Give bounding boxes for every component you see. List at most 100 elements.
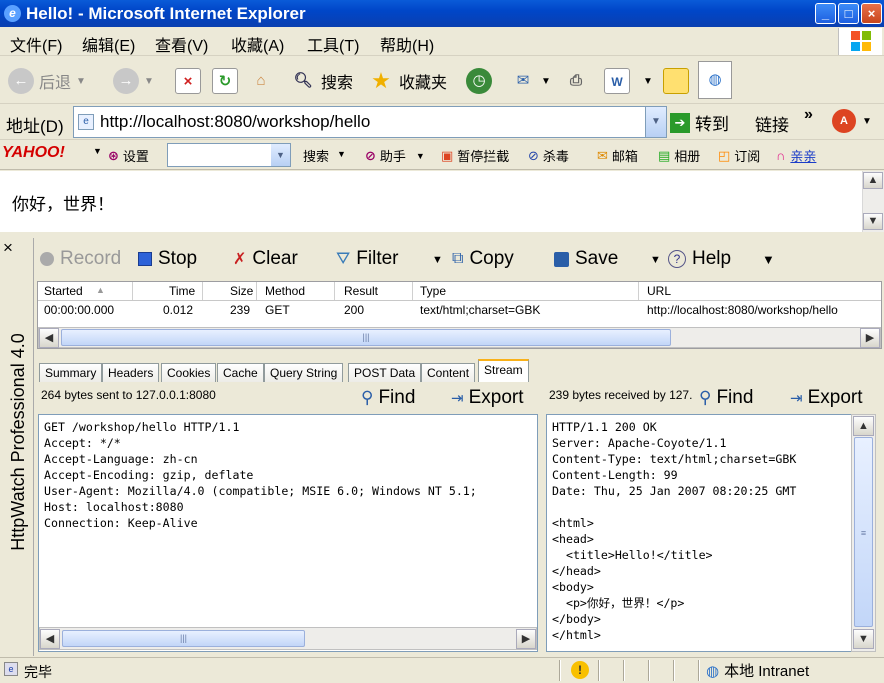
tab-headers[interactable]: Headers [102, 363, 160, 383]
tab-post-data[interactable]: POST Data [348, 363, 422, 383]
column-type[interactable]: Type [420, 284, 446, 298]
column-started[interactable]: Started [44, 284, 83, 298]
tab-cache[interactable]: Cache [217, 363, 264, 383]
discuss-button[interactable] [663, 66, 689, 96]
home-button[interactable]: ⌂ [248, 66, 274, 96]
tab-summary[interactable]: Summary [39, 363, 103, 383]
status-divider [648, 660, 650, 681]
scroll-thumb[interactable]: ≡ [854, 437, 873, 627]
minimize-button[interactable]: _ [815, 3, 836, 24]
yahoo-subscribe-button[interactable]: ◰ 订阅 [718, 146, 760, 165]
yahoo-mail-button[interactable]: ✉ 邮箱 [597, 146, 638, 165]
forward-button[interactable]: → ▼ [113, 66, 154, 96]
export-label: Export [468, 387, 524, 408]
history-button[interactable]: ◷ [466, 66, 492, 96]
copy-icon: ⧉ [452, 250, 464, 267]
response-text[interactable]: HTTP/1.1 200 OK Server: Apache-Coyote/1.… [546, 414, 852, 652]
yahoo-antivirus-button[interactable]: ⊘ 杀毒 [528, 146, 569, 165]
maximize-button[interactable]: □ [838, 3, 859, 24]
yahoo-search-dropdown[interactable]: ▼ [271, 144, 290, 166]
column-size[interactable]: Size [230, 284, 253, 298]
warning-icon[interactable]: ! [571, 661, 589, 679]
export-button[interactable]: ⇥ Export [790, 387, 863, 409]
httpwatch-close-button[interactable]: × [3, 238, 13, 258]
yahoo-settings-button[interactable]: ⊛ 设置 [108, 146, 149, 165]
record-button[interactable]: Record [40, 248, 121, 270]
favorites-button[interactable]: ★ 收藏夹 [368, 66, 447, 96]
menu-file[interactable]: 文件(F) [10, 32, 62, 56]
tab-stream[interactable]: Stream [478, 359, 529, 383]
yahoo-pause-block-button[interactable]: ▣ 暂停拦截 [441, 146, 509, 165]
scroll-right-button[interactable]: ▶ [516, 629, 536, 649]
column-time[interactable]: Time [169, 284, 195, 298]
column-method[interactable]: Method [265, 284, 305, 298]
links-button[interactable]: 链接 [755, 111, 789, 136]
page-scrollbar[interactable]: ▲ ▼ [862, 171, 884, 232]
chevron-down-icon[interactable]: ▼ [762, 252, 775, 267]
refresh-button[interactable]: ↻ [212, 66, 238, 96]
grid-hscrollbar[interactable]: ◀ ||| ▶ [38, 327, 881, 348]
yahoo-qinqin-button[interactable]: ∩ 亲亲 [776, 146, 816, 165]
yahoo-logo[interactable]: YAHOO! [2, 144, 65, 162]
stop-button[interactable]: × [175, 66, 201, 96]
chevron-down-icon[interactable]: ▼ [93, 146, 102, 156]
column-result[interactable]: Result [344, 284, 378, 298]
status-divider [698, 660, 700, 681]
scroll-left-button[interactable]: ◀ [39, 328, 59, 348]
scroll-right-button[interactable]: ▶ [860, 328, 880, 348]
scroll-down-button[interactable]: ▼ [863, 213, 883, 230]
request-hscrollbar[interactable]: ◀ ||| ▶ [39, 627, 537, 650]
edit-button[interactable]: W ▼ [604, 66, 653, 96]
close-button[interactable]: × [861, 3, 882, 24]
mail-button[interactable]: ✉ ▼ [510, 66, 551, 96]
yahoo-album-button[interactable]: ▤ 相册 [658, 146, 700, 165]
title-bar[interactable]: e Hello! - Microsoft Internet Explorer _… [0, 0, 884, 27]
pdf-button[interactable]: A ▼ [832, 109, 872, 133]
address-input[interactable]: http://localhost:8080/workshop/hello [73, 106, 667, 138]
request-text[interactable]: GET /workshop/hello HTTP/1.1 Accept: */*… [38, 414, 538, 652]
yahoo-assistant-button[interactable]: ⊘ 助手 ▼ [365, 146, 425, 165]
scroll-thumb[interactable]: ||| [62, 630, 305, 647]
save-button[interactable]: Save [554, 248, 618, 270]
menu-favorites[interactable]: 收藏(A) [231, 32, 284, 56]
scroll-down-button[interactable]: ▼ [853, 629, 874, 649]
chevron-down-icon: ▼ [862, 115, 872, 127]
assistant-icon: ⊘ [365, 147, 376, 163]
back-button[interactable]: ← 后退 ▼ [8, 66, 86, 96]
chevron-down-icon[interactable]: ▼ [650, 254, 661, 266]
security-zone[interactable]: ◍ 本地 Intranet [706, 660, 809, 681]
stop-recording-button[interactable]: Stop [138, 248, 197, 270]
find-button[interactable]: ⚲ Find [361, 387, 415, 409]
column-divider [256, 282, 257, 300]
find-button[interactable]: ⚲ Find [699, 387, 753, 409]
table-row[interactable]: 00:00:00.000 0.012 239 GET 200 text/html… [38, 301, 881, 320]
filter-button[interactable]: ⛛ Filter [336, 248, 399, 270]
httpwatch-toolbar-button[interactable]: ◍ [698, 61, 732, 99]
help-button[interactable]: ? Help [668, 248, 731, 270]
menu-tools[interactable]: 工具(T) [307, 32, 359, 56]
copy-button[interactable]: ⧉ Copy [452, 248, 514, 270]
status-bar: e 完毕 ! ◍ 本地 Intranet [0, 657, 884, 683]
yahoo-search-button[interactable]: 搜索 ▼ [303, 146, 346, 165]
menu-edit[interactable]: 编辑(E) [82, 32, 135, 56]
chevron-down-icon[interactable]: ▼ [432, 254, 443, 266]
clear-button[interactable]: ✗ Clear [233, 248, 298, 270]
menu-view[interactable]: 查看(V) [155, 32, 208, 56]
tab-cookies[interactable]: Cookies [161, 363, 217, 383]
scroll-up-button[interactable]: ▲ [863, 172, 883, 189]
tab-content[interactable]: Content [421, 363, 476, 383]
address-dropdown-button[interactable]: ▼ [645, 107, 666, 137]
print-button[interactable]: ⎙ [563, 66, 589, 96]
column-url[interactable]: URL [647, 284, 671, 298]
export-button[interactable]: ⇥ Export [451, 387, 524, 409]
response-vscrollbar[interactable]: ▲ ≡ ▼ [851, 414, 876, 652]
scroll-up-button[interactable]: ▲ [853, 416, 874, 436]
scroll-thumb[interactable]: ||| [61, 329, 671, 346]
cell-result: 200 [344, 303, 365, 317]
more-chevron-icon[interactable]: » [804, 106, 813, 124]
tab-query-string[interactable]: Query String [264, 363, 344, 383]
menu-help[interactable]: 帮助(H) [380, 32, 434, 56]
search-button[interactable]: 🔍︎ 搜索 [290, 66, 353, 96]
go-button[interactable]: ➔ 转到 [670, 110, 729, 135]
scroll-left-button[interactable]: ◀ [40, 629, 60, 649]
